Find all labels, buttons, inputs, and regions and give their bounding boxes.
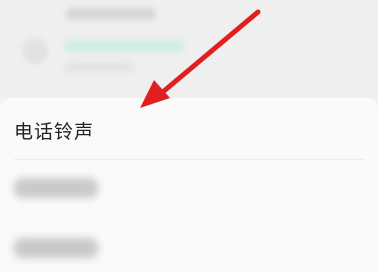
blurred-settings-item[interactable]: [14, 238, 98, 258]
blurred-header-area: [0, 0, 378, 98]
divider: [14, 159, 364, 160]
settings-item-label: 电话铃声: [14, 121, 95, 143]
blurred-settings-item[interactable]: [14, 178, 98, 198]
avatar: [22, 38, 48, 64]
blurred-text-line: [64, 40, 184, 52]
blurred-text-line: [64, 62, 134, 72]
settings-card: 电话铃声: [0, 98, 378, 272]
blurred-text-line: [66, 8, 156, 20]
settings-item-phone-ringtone[interactable]: 电话铃声: [0, 98, 378, 160]
